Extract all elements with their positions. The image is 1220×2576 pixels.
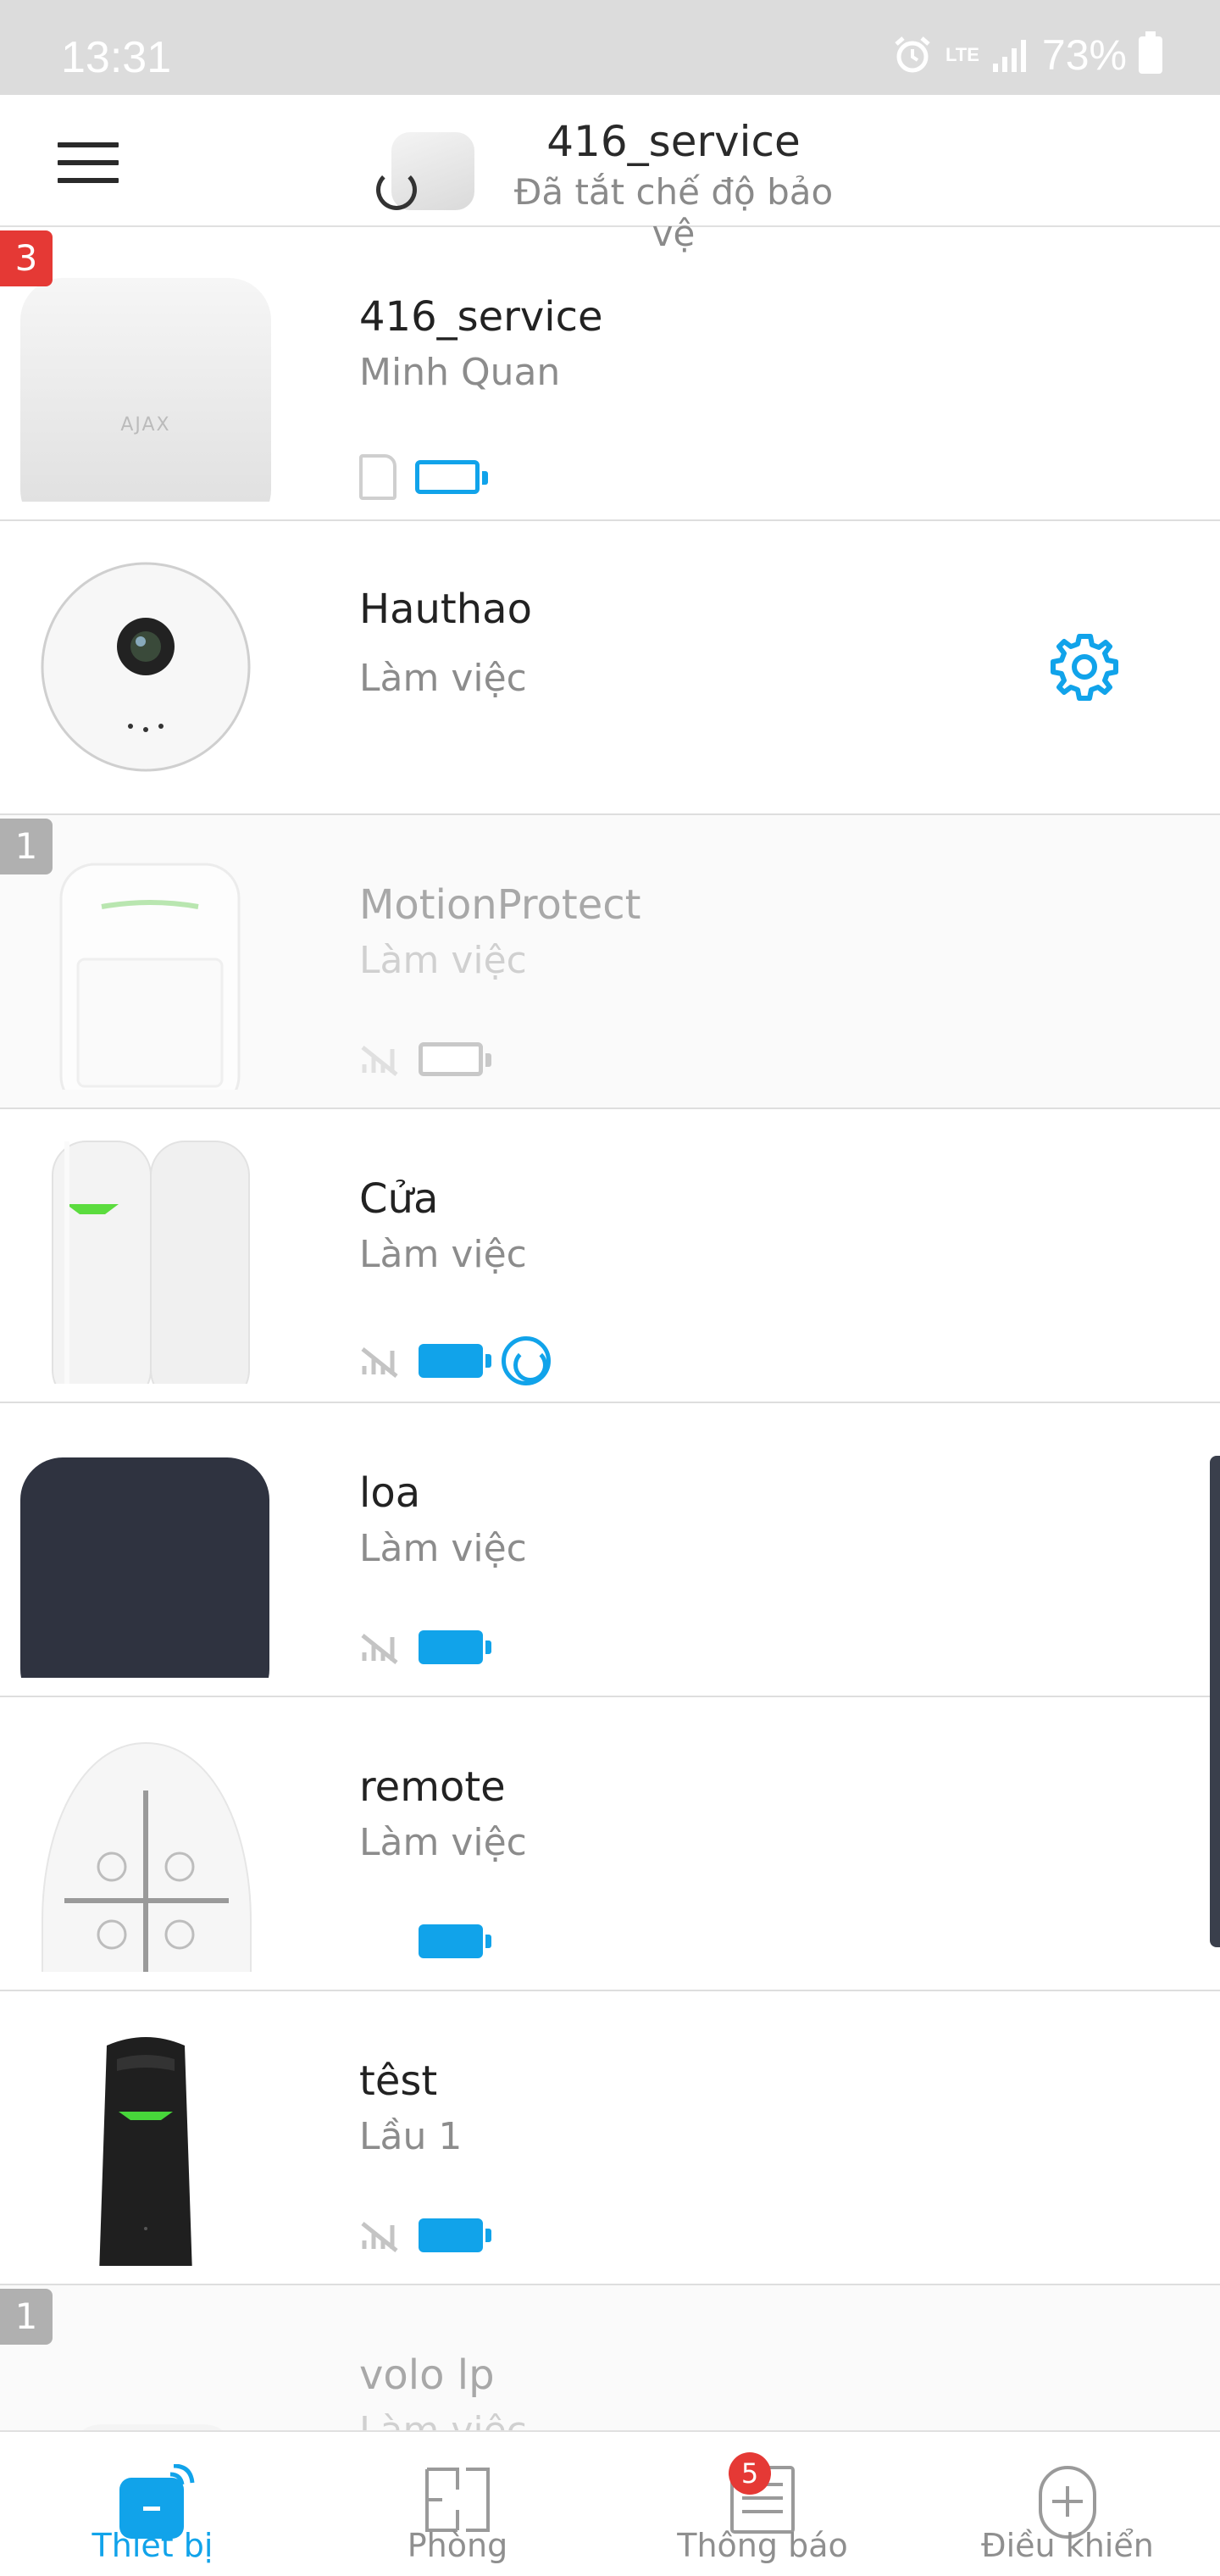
device-row-volo[interactable]: 1 volo lp Làm việc [0,2285,1220,2438]
network-type: LTE [946,44,979,65]
scrollbar[interactable] [1210,1456,1220,1947]
device-row-hub[interactable]: AJAX 3 416_service Minh Quan [0,227,1220,521]
sync-icon [502,1336,551,1385]
tab-label: Phòng [407,2527,508,2564]
device-indicators [359,2218,491,2252]
siren-device-image: AJAX [20,1457,269,1678]
tab-notifications[interactable]: 5 Thông báo [610,2432,915,2576]
no-signal-icon [361,1347,398,1378]
battery-percent: 73% [1041,31,1127,79]
status-right: LTE 73% [891,31,1162,80]
alert-count-badge: 1 [0,819,53,874]
app-header: 416_service Đã tắt chế độ bảo vệ [0,95,1220,254]
device-name: Hauthao [359,586,532,633]
no-signal-icon [361,1634,398,1664]
tab-label: Điều khiển [981,2527,1154,2564]
motion-detector-image [59,863,241,1090]
device-row-siren[interactable]: AJAX loa Làm việc [0,1403,1220,1697]
device-status: Lầu 1 [359,2115,463,2158]
device-image [75,2424,230,2438]
device-indicators [359,1630,491,1664]
device-status: Làm việc [359,939,527,982]
status-bar: 13:31 LTE 73% [0,0,1220,95]
device-indicators [359,454,488,500]
device-row-camera[interactable]: Hauthao Làm việc [0,521,1220,815]
battery-icon [419,1042,491,1076]
gear-icon[interactable] [1049,631,1120,702]
tab-label: Thông báo [677,2527,848,2564]
device-indicators [359,1336,551,1385]
tab-devices[interactable]: Thiết bị [0,2432,305,2576]
no-signal-icon [361,2222,398,2252]
battery-icon [419,2218,491,2252]
sd-card-icon [359,454,396,500]
signal-icon [992,40,1026,72]
alert-count-badge: 1 [0,2289,53,2345]
device-status: Làm việc [359,1233,527,1276]
device-name: MotionProtect [359,881,641,929]
rooms-icon [425,2468,490,2532]
door-sensor-image [52,1141,250,1384]
device-name: 416_service [359,293,603,341]
bottom-navigation: Thiết bị Phòng 5 Thông báo Điều khiển [0,2430,1220,2576]
device-row-remote[interactable]: remote Làm việc [0,1697,1220,1991]
camera-device-image [41,562,251,772]
tab-label: Thiết bị [92,2527,214,2564]
status-time: 13:31 [61,33,172,82]
battery-icon [419,1630,491,1664]
battery-icon [415,460,488,494]
device-status: Minh Quan [359,351,561,394]
device-list: AJAX 3 416_service Minh Quan Hauthao Làm… [0,227,1220,2438]
leak-detector-image [99,2037,192,2266]
device-row-test[interactable]: têst Lầu 1 [0,1991,1220,2285]
alarm-icon [895,36,930,73]
device-status: Làm việc [359,657,527,700]
no-signal-icon [361,1046,398,1076]
hub-device-image: AJAX [20,278,271,502]
device-name: Cửa [359,1175,439,1223]
notification-count-badge: 5 [729,2452,771,2495]
battery-icon [1139,31,1162,74]
device-row-motionprotect[interactable]: 1 MotionProtect Làm việc [0,815,1220,1109]
svg-text:AJAX: AJAX [120,414,170,436]
tab-rooms[interactable]: Phòng [305,2432,610,2576]
device-name: volo lp [359,2351,495,2399]
remote-device-image [42,1741,252,1972]
tab-control[interactable]: Điều khiển [915,2432,1220,2576]
alert-count-badge: 3 [0,230,53,286]
device-status: Làm việc [359,1821,527,1864]
device-name: remote [359,1763,506,1811]
device-row-door[interactable]: Cửa Làm việc [0,1109,1220,1403]
device-name: loa [359,1469,421,1517]
hub-status-icon[interactable] [376,132,474,214]
hub-title[interactable]: 416_service [491,117,856,166]
menu-icon[interactable] [58,142,119,183]
battery-icon [419,1344,491,1378]
battery-icon [419,1924,491,1958]
device-status: Làm việc [359,1527,527,1570]
device-name: têst [359,2057,438,2105]
device-indicators [419,1924,491,1958]
device-indicators [359,1042,491,1076]
